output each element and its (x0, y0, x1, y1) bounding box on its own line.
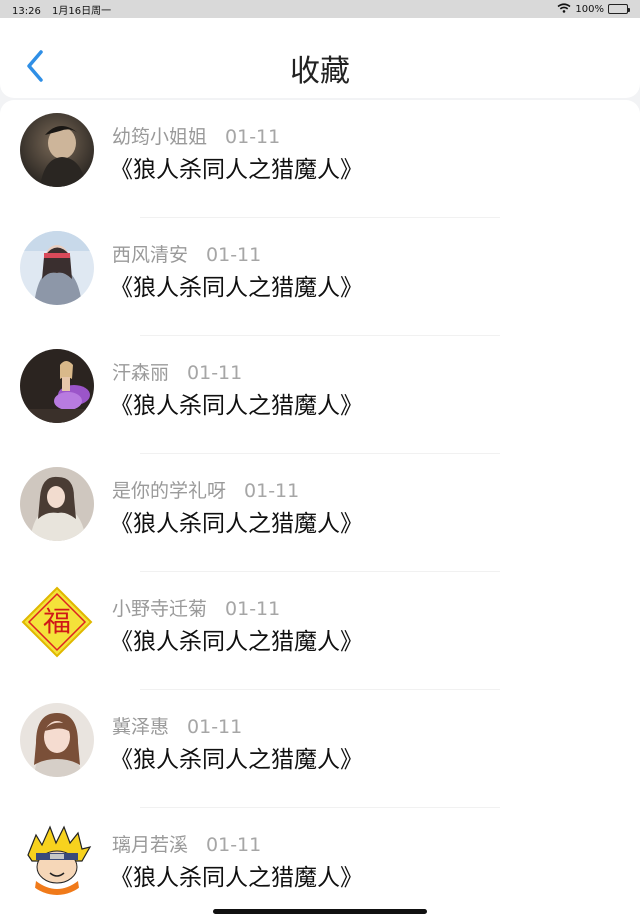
list-item[interactable]: 璃月若溪 01-11 《狼人杀同人之猎魔人》 (0, 808, 640, 921)
item-date: 01-11 (187, 362, 243, 384)
avatar (20, 231, 94, 305)
avatar: 福 (20, 585, 94, 659)
avatar (20, 467, 94, 541)
item-meta: 幼筠小姐姐 01-11 (112, 122, 280, 149)
favorites-list: 幼筠小姐姐 01-11 《狼人杀同人之猎魔人》 西风清安 01-11 《狼人杀同人之… (0, 100, 640, 921)
avatar (20, 821, 94, 895)
item-meta: 西风清安 01-11 (112, 240, 261, 267)
list-item[interactable]: 福 小野寺迁菊 01-11 《狼人杀同人之猎魔人》 (0, 572, 640, 690)
author-name: 冀泽惠 (112, 716, 170, 738)
author-name: 西风清安 (112, 244, 189, 266)
wifi-icon (557, 2, 571, 16)
item-date: 01-11 (206, 834, 262, 856)
author-name: 璃月若溪 (112, 834, 189, 856)
item-meta: 小野寺迁菊 01-11 (112, 594, 280, 621)
list-item[interactable]: 幼筠小姐姐 01-11 《狼人杀同人之猎魔人》 (0, 100, 640, 218)
list-item[interactable]: 汗森丽 01-11 《狼人杀同人之猎魔人》 (0, 336, 640, 454)
item-title: 《狼人杀同人之猎魔人》 (110, 629, 363, 655)
author-name: 是你的学礼呀 (112, 480, 227, 502)
list-item[interactable]: 西风清安 01-11 《狼人杀同人之猎魔人》 (0, 218, 640, 336)
author-name: 汗森丽 (112, 362, 170, 384)
status-bar: 13:26 1月16日周一 100% (0, 0, 640, 18)
list-item[interactable]: 是你的学礼呀 01-11 《狼人杀同人之猎魔人》 (0, 454, 640, 572)
list-item[interactable]: 冀泽惠 01-11 《狼人杀同人之猎魔人》 (0, 690, 640, 808)
item-title: 《狼人杀同人之猎魔人》 (110, 157, 363, 183)
item-meta: 是你的学礼呀 01-11 (112, 476, 299, 503)
status-date: 1月16日周一 (52, 5, 112, 17)
battery-percent: 100% (575, 3, 604, 15)
item-title: 《狼人杀同人之猎魔人》 (110, 393, 363, 419)
item-title: 《狼人杀同人之猎魔人》 (110, 747, 363, 773)
item-date: 01-11 (244, 480, 300, 502)
item-title: 《狼人杀同人之猎魔人》 (110, 865, 363, 891)
status-right: 100% (557, 2, 630, 16)
item-date: 01-11 (187, 716, 243, 738)
item-title: 《狼人杀同人之猎魔人》 (110, 275, 363, 301)
item-date: 01-11 (206, 244, 262, 266)
status-left: 13:26 1月16日周一 (12, 2, 119, 17)
battery-icon (608, 4, 630, 14)
fu-character: 福 (43, 605, 71, 638)
nav-bar: 收藏 (0, 18, 640, 98)
item-meta: 汗森丽 01-11 (112, 358, 242, 385)
avatar (20, 349, 94, 423)
avatar (20, 703, 94, 777)
author-name: 幼筠小姐姐 (112, 126, 208, 148)
item-date: 01-11 (225, 126, 281, 148)
item-date: 01-11 (225, 598, 281, 620)
status-time: 13:26 (12, 5, 41, 17)
item-meta: 冀泽惠 01-11 (112, 712, 242, 739)
page-title: 收藏 (290, 54, 350, 89)
item-title: 《狼人杀同人之猎魔人》 (110, 511, 363, 537)
item-meta: 璃月若溪 01-11 (112, 830, 261, 857)
author-name: 小野寺迁菊 (112, 598, 208, 620)
home-indicator[interactable] (213, 909, 427, 914)
avatar (20, 113, 94, 187)
